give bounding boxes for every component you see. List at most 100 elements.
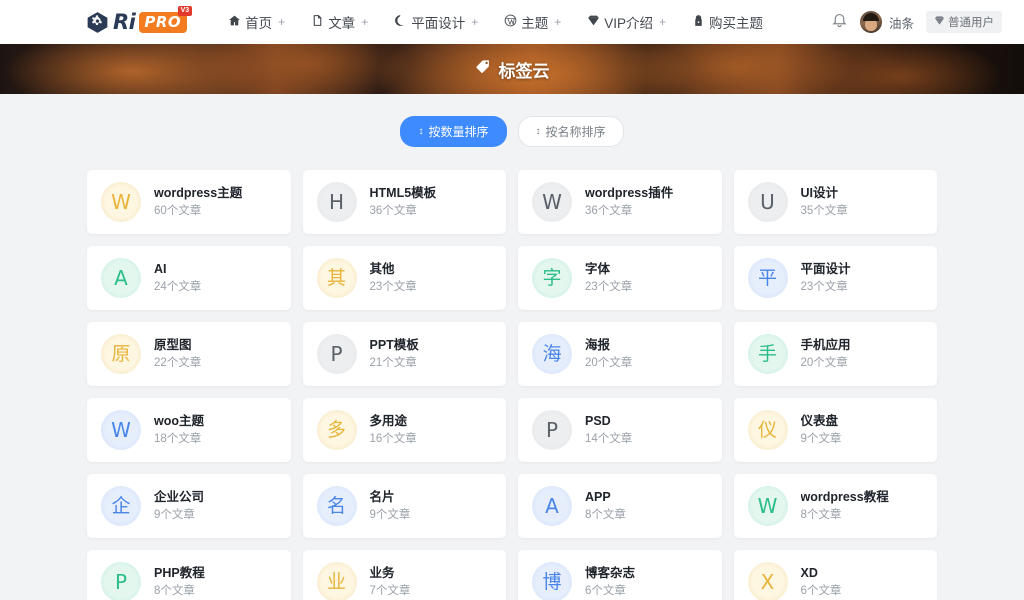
- tag-article-count: 23个文章: [370, 279, 417, 295]
- nav-item-vip-intro[interactable]: VIP介绍 +: [574, 0, 679, 44]
- tag-article-count: 18个文章: [154, 431, 204, 447]
- sort-label: 按数量排序: [428, 123, 488, 140]
- tag-article-count: 35个文章: [801, 203, 848, 219]
- user-role-badge[interactable]: 普通用户: [926, 11, 1002, 33]
- tag-card[interactable]: XXD6个文章: [734, 550, 938, 600]
- nav-caret: +: [659, 15, 666, 29]
- tag-article-count: 8个文章: [801, 507, 889, 523]
- tag-name: 多用途: [370, 413, 417, 430]
- tag-meta: PHP教程8个文章: [154, 565, 205, 599]
- site-header: Ri PRO V3 首页 + 文章 + 平面设计 +: [0, 0, 1024, 44]
- nav-caret: +: [471, 15, 478, 29]
- tag-name: PPT模板: [370, 337, 419, 354]
- tag-card[interactable]: AAPP8个文章: [518, 474, 722, 538]
- tag-name: 名片: [370, 489, 411, 506]
- tag-meta: wordpress插件36个文章: [585, 185, 673, 219]
- tag-card[interactable]: 平平面设计23个文章: [734, 246, 938, 310]
- tag-card[interactable]: PPPT模板21个文章: [303, 322, 507, 386]
- tag-card[interactable]: 多多用途16个文章: [303, 398, 507, 462]
- page-banner: 标签云: [0, 44, 1024, 94]
- diamond-icon: [587, 14, 600, 30]
- nav-item-articles[interactable]: 文章 +: [298, 0, 381, 44]
- tag-meta: 名片9个文章: [370, 489, 411, 523]
- tag-meta: 其他23个文章: [370, 261, 417, 295]
- nav-item-home[interactable]: 首页 +: [215, 0, 298, 44]
- tag-card[interactable]: 业业务7个文章: [303, 550, 507, 600]
- header-user-area: 油条 普通用户: [831, 11, 1002, 33]
- tag-card[interactable]: PPSD14个文章: [518, 398, 722, 462]
- tag-avatar-letter: 原: [101, 334, 141, 374]
- tag-avatar-letter: 多: [317, 410, 357, 450]
- logo-pro-badge: PRO V3: [139, 13, 187, 32]
- tag-card[interactable]: 手手机应用20个文章: [734, 322, 938, 386]
- tag-article-count: 36个文章: [370, 203, 437, 219]
- tag-avatar-letter: W: [101, 410, 141, 450]
- tag-name: 企业公司: [154, 489, 204, 506]
- file-icon: [311, 14, 324, 30]
- tag-card[interactable]: U UI设计35个文章: [734, 170, 938, 234]
- tag-card[interactable]: A AI24个文章: [87, 246, 291, 310]
- tag-card[interactable]: 博博客杂志6个文章: [518, 550, 722, 600]
- tag-cloud-grid: Wwordpress主题60个文章HHTML5模板36个文章Wwordpress…: [87, 170, 937, 600]
- main-navigation: 首页 + 文章 + 平面设计 + 主题 +: [215, 0, 782, 44]
- nav-label: 购买主题: [709, 12, 763, 32]
- tag-meta: wordpress主题60个文章: [154, 185, 242, 219]
- tag-article-count: 23个文章: [585, 279, 632, 295]
- tag-card[interactable]: Wwordpress教程8个文章: [734, 474, 938, 538]
- bell-icon[interactable]: [831, 11, 848, 33]
- tag-meta: 原型图22个文章: [154, 337, 201, 371]
- nav-item-buy-theme[interactable]: 购买主题: [679, 0, 782, 44]
- nav-item-themes[interactable]: 主题 +: [491, 0, 574, 44]
- tag-meta: 多用途16个文章: [370, 413, 417, 447]
- tag-avatar-letter: U: [748, 182, 788, 222]
- tag-article-count: 20个文章: [801, 355, 851, 371]
- tag-avatar-letter: 平: [748, 258, 788, 298]
- tag-avatar-letter: P: [532, 410, 572, 450]
- user-menu[interactable]: 油条: [860, 11, 914, 33]
- sort-by-name-button[interactable]: ↕ 按名称排序: [518, 116, 624, 147]
- tag-meta: 仪表盘9个文章: [801, 413, 842, 447]
- site-logo[interactable]: Ri PRO V3: [86, 10, 187, 34]
- tag-card[interactable]: Wwoo主题18个文章: [87, 398, 291, 462]
- tag-name: 字体: [585, 261, 632, 278]
- tag-article-count: 36个文章: [585, 203, 673, 219]
- tag-card[interactable]: HHTML5模板36个文章: [303, 170, 507, 234]
- nav-item-graphic-design[interactable]: 平面设计 +: [381, 0, 491, 44]
- sort-by-count-button[interactable]: ↕ 按数量排序: [400, 116, 506, 147]
- tag-meta: woo主题18个文章: [154, 413, 204, 447]
- tag-avatar-letter: 博: [532, 562, 572, 600]
- logo-version-badge: V3: [178, 6, 193, 16]
- tag-card[interactable]: 原原型图22个文章: [87, 322, 291, 386]
- nav-label: 主题: [521, 12, 548, 32]
- tag-card[interactable]: 其其他23个文章: [303, 246, 507, 310]
- tag-meta: 业务7个文章: [370, 565, 411, 599]
- tag-meta: 企业公司9个文章: [154, 489, 204, 523]
- tag-avatar-letter: P: [101, 562, 141, 600]
- tag-card[interactable]: 海海报20个文章: [518, 322, 722, 386]
- tag-card[interactable]: 名名片9个文章: [303, 474, 507, 538]
- tag-card[interactable]: 字字体23个文章: [518, 246, 722, 310]
- moon-icon: [394, 14, 407, 30]
- tag-meta: AI24个文章: [154, 261, 201, 295]
- tag-meta: HTML5模板36个文章: [370, 185, 437, 219]
- tag-card[interactable]: 仪仪表盘9个文章: [734, 398, 938, 462]
- tag-card[interactable]: P PHP教程8个文章: [87, 550, 291, 600]
- tag-avatar-letter: A: [101, 258, 141, 298]
- tag-name: UI设计: [801, 185, 848, 202]
- gem-gear-icon: [86, 11, 109, 34]
- nav-label: 首页: [245, 12, 272, 32]
- tag-article-count: 24个文章: [154, 279, 201, 295]
- tag-card[interactable]: 企企业公司9个文章: [87, 474, 291, 538]
- tag-article-count: 22个文章: [154, 355, 201, 371]
- nav-caret: +: [278, 15, 285, 29]
- tag-card[interactable]: Wwordpress插件36个文章: [518, 170, 722, 234]
- wordpress-icon: [504, 14, 517, 30]
- nav-caret: +: [554, 15, 561, 29]
- username: 油条: [889, 13, 914, 32]
- tag-card[interactable]: Wwordpress主题60个文章: [87, 170, 291, 234]
- tag-name: wordpress插件: [585, 185, 673, 202]
- page-title: 标签云: [475, 57, 550, 82]
- tag-article-count: 9个文章: [154, 507, 204, 523]
- tag-avatar-letter: X: [748, 562, 788, 600]
- tag-meta: PPT模板21个文章: [370, 337, 419, 371]
